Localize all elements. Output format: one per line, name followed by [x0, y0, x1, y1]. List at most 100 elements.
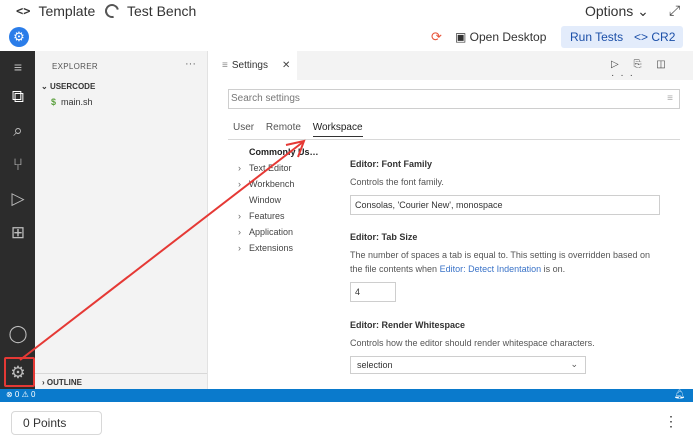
toc-workbench[interactable]: › Workbench [238, 176, 319, 192]
setting-category: Editor: [350, 159, 382, 169]
tab-size-input[interactable]: 4 [350, 282, 396, 302]
explorer-title: EXPLORER [52, 62, 98, 71]
chevron-down-icon: ⌄ [41, 82, 50, 91]
settings-search-input[interactable]: Search settings ≡ [228, 89, 680, 109]
template-label: Template [38, 3, 96, 19]
setting-title: Editor: Tab Size [350, 232, 660, 242]
toc-label: Text Editor [249, 163, 292, 173]
cr2-button[interactable]: <> CR2 [626, 26, 684, 48]
test-bench-label: Test Bench [127, 3, 197, 19]
extensions-icon[interactable]: ⊞ [5, 220, 31, 246]
toc-commonly-used[interactable]: Commonly Us… [238, 144, 319, 160]
tab-settings[interactable]: ≡ Settings ✕ [208, 51, 297, 80]
file-label: main.sh [61, 97, 93, 107]
run-tests-button[interactable]: Run Tests [561, 26, 633, 48]
outline-section[interactable]: › OUTLINE [35, 373, 207, 390]
chevron-right-icon: › [238, 211, 241, 221]
editor-tab-bar: ≡ Settings ✕ ▷ ⎘ ◫ ··· [208, 51, 693, 81]
tab-remote[interactable]: Remote [266, 122, 301, 133]
open-desktop-button[interactable]: ▣ Open Desktop [455, 26, 546, 48]
select-value: selection [357, 360, 393, 370]
template-tab[interactable]: <> Template [16, 3, 95, 19]
loading-icon [102, 1, 122, 21]
toc-label: Workbench [249, 179, 295, 189]
detect-indentation-link[interactable]: Editor: Detect Indentation [440, 264, 542, 274]
settings-file-icon: ≡ [222, 60, 228, 71]
setting-name: Tab Size [381, 232, 418, 242]
chevron-right-icon: › [238, 179, 241, 189]
more-vertical-icon[interactable]: ⋮ [664, 413, 678, 430]
description-text: is on. [541, 264, 566, 274]
toc-label: Extensions [249, 243, 294, 253]
more-actions-icon[interactable]: ··· [185, 58, 196, 70]
problems-status[interactable]: ⊗ 0 ⚠ 0 [6, 390, 35, 399]
chevron-right-icon: › [238, 163, 241, 173]
toc-extensions[interactable]: › Extensions [238, 240, 319, 256]
settings-scope-tabs: User Remote Workspace [233, 122, 372, 137]
folder-usercode[interactable]: ⌄ USERCODE [41, 82, 95, 91]
render-whitespace-select[interactable]: selection ⌄ [350, 356, 586, 374]
setting-title: Editor: Render Whitespace [350, 320, 660, 330]
outline-label: OUTLINE [46, 378, 82, 387]
search-placeholder: Search settings [231, 93, 300, 104]
desktop-icon: ▣ [455, 30, 470, 44]
search-icon[interactable]: ⌕ [5, 118, 31, 144]
setting-category: Editor: [350, 320, 382, 330]
font-family-input[interactable]: Consolas, 'Courier New', monospace [350, 195, 660, 215]
toolbar: ⚙ ⟳ ▣ Open Desktop Run Tests <> CR2 [0, 25, 693, 49]
points-badge: 0 Points [11, 411, 102, 435]
settings-badge-icon[interactable]: ⚙ [9, 27, 29, 47]
toc-application[interactable]: › Application [238, 224, 319, 240]
settings-list: Editor: Font Family Controls the font fa… [350, 159, 660, 374]
filter-icon[interactable]: ≡ [667, 93, 673, 104]
setting-font-family: Editor: Font Family Controls the font fa… [350, 159, 660, 215]
notifications-bell-icon[interactable]: 🔔︎ [674, 389, 685, 400]
editor-area: ≡ Settings ✕ ▷ ⎘ ◫ ··· Search settings ≡ … [208, 51, 693, 390]
tab-user[interactable]: User [233, 122, 254, 133]
explorer-panel: EXPLORER ··· ⌄ USERCODE $ main.sh › OUTLI… [35, 51, 208, 390]
setting-category: Editor: [350, 232, 382, 242]
chevron-down-icon: ⌄ [570, 359, 578, 369]
expand-icon[interactable]: ⤢ [669, 2, 680, 19]
shell-file-icon: $ [51, 97, 57, 107]
refresh-icon[interactable]: ⟳ [431, 26, 445, 48]
options-dropdown[interactable]: Options ⌄ [585, 3, 649, 20]
source-control-icon[interactable]: ⑂ [5, 152, 31, 178]
toc-label: Application [249, 227, 294, 237]
chevron-right-icon: › [238, 227, 241, 237]
file-main-sh[interactable]: $ main.sh [51, 97, 93, 107]
footer: 0 Points ⋮ [0, 402, 693, 441]
settings-toc: Commonly Us… › Text Editor › Workbench Win… [238, 144, 319, 256]
toc-features[interactable]: › Features [238, 208, 319, 224]
activity-bar: ≡ ⧉ ⌕ ⑂ ▷ ⊞ ◯ ⚙ [0, 51, 35, 390]
cr2-label: CR2 [651, 30, 676, 44]
title-bar: <> Template Test Bench Options ⌄ ⤢ [0, 0, 693, 24]
setting-name: Render Whitespace [381, 320, 466, 330]
code-icon: <> [634, 30, 649, 44]
toc-label: Features [249, 211, 285, 221]
explorer-files-icon[interactable]: ⧉ [5, 84, 31, 110]
code-icon: <> [16, 4, 31, 18]
test-bench-tab[interactable]: Test Bench [102, 1, 197, 21]
editor-actions[interactable]: ▷ ⎘ ◫ ··· [611, 59, 693, 81]
tab-workspace[interactable]: Workspace [312, 122, 363, 137]
close-icon[interactable]: ✕ [282, 51, 290, 80]
folder-label: USERCODE [49, 82, 96, 91]
toc-window[interactable]: Window [238, 192, 319, 208]
setting-tab-size: Editor: Tab Size The number of spaces a … [350, 232, 660, 302]
status-bar: ⊗ 0 ⚠ 0 🔔︎ [0, 389, 693, 402]
tab-label: Settings [231, 60, 268, 71]
toc-text-editor[interactable]: › Text Editor [238, 160, 319, 176]
setting-description: Controls how the editor should render wh… [350, 338, 595, 348]
setting-name: Font Family [381, 159, 433, 169]
setting-description: Controls the font family. [350, 177, 444, 187]
chevron-right-icon: › [238, 243, 241, 253]
account-icon[interactable]: ◯ [5, 321, 31, 347]
menu-icon[interactable]: ≡ [5, 54, 31, 80]
annotation-highlight-box [4, 357, 35, 387]
setting-title: Editor: Font Family [350, 159, 660, 169]
run-debug-icon[interactable]: ▷ [5, 186, 31, 212]
setting-description: The number of spaces a tab is equal to. … [350, 248, 660, 276]
setting-render-whitespace: Editor: Render Whitespace Controls how t… [350, 320, 660, 374]
open-desktop-label: Open Desktop [469, 30, 547, 44]
